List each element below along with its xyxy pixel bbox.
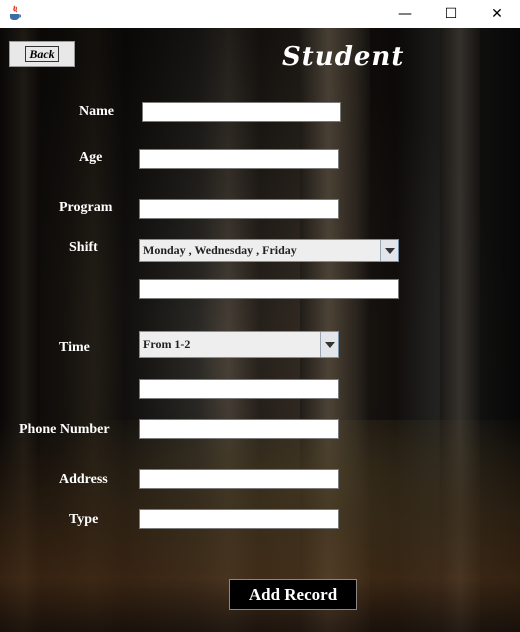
address-field[interactable] (139, 469, 339, 489)
phone-number-field[interactable] (139, 419, 339, 439)
time-detail-field[interactable] (139, 379, 339, 399)
chevron-down-icon[interactable] (380, 240, 398, 261)
shift-label: Shift (69, 240, 98, 255)
name-label: Name (79, 104, 114, 119)
type-field[interactable] (139, 509, 339, 529)
name-field[interactable] (142, 102, 341, 122)
type-label: Type (69, 512, 99, 527)
shift-selected-value: Monday , Wednesday , Friday (143, 243, 297, 257)
add-record-button[interactable]: Add Record (229, 579, 357, 610)
shift-detail-field[interactable] (139, 279, 399, 299)
time-label: Time (59, 340, 90, 355)
maximize-button[interactable]: ☐ (428, 0, 474, 28)
shift-dropdown[interactable]: Monday , Wednesday , Friday (139, 239, 399, 262)
back-button[interactable]: Back (9, 41, 75, 67)
time-selected-value: From 1-2 (143, 337, 191, 351)
back-button-label: Back (25, 46, 59, 62)
java-icon (10, 5, 22, 20)
time-dropdown[interactable]: From 1-2 (139, 331, 339, 358)
chevron-down-icon[interactable] (320, 332, 338, 357)
age-field[interactable] (139, 149, 339, 169)
minimize-button[interactable]: — (382, 0, 428, 28)
window-titlebar: — ☐ ✕ (0, 0, 520, 28)
age-label: Age (79, 150, 103, 165)
address-label: Address (59, 472, 108, 487)
close-button[interactable]: ✕ (474, 0, 520, 28)
phone-number-label: Phone Number (19, 422, 110, 437)
page-title: Student (282, 42, 405, 72)
program-label: Program (59, 200, 113, 215)
program-field[interactable] (139, 199, 339, 219)
